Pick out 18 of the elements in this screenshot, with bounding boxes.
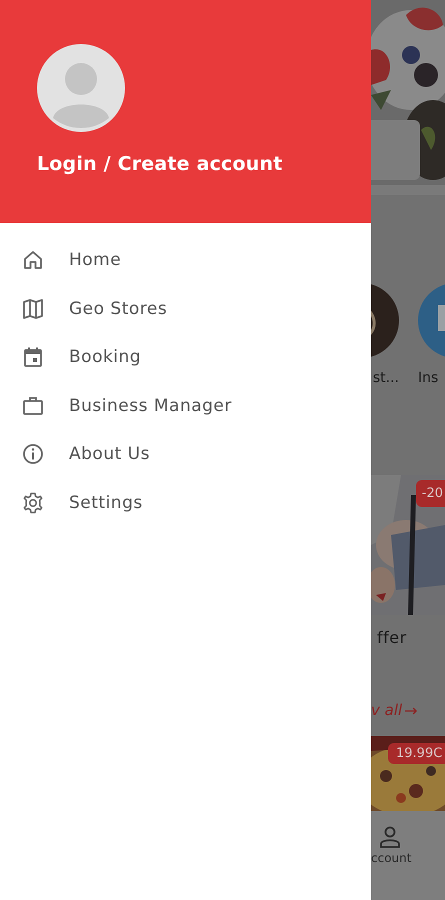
discount-badge: -20 (416, 480, 445, 507)
account-tab-label[interactable]: ccount (371, 851, 412, 865)
search-field[interactable] (371, 120, 420, 180)
settings-icon (21, 490, 45, 515)
menu-item[interactable]: About Us (0, 430, 371, 478)
menu-item[interactable]: Home (0, 236, 371, 284)
info-icon (21, 442, 45, 466)
menu-item[interactable]: Booking (0, 333, 371, 382)
menu-item[interactable]: Business Manager (0, 382, 371, 430)
price-badge: 19.99C (388, 743, 445, 764)
avatar-icon[interactable] (37, 44, 125, 132)
menu-item[interactable]: Settings (0, 478, 371, 527)
menu-item[interactable]: Geo Stores (0, 284, 371, 333)
calendar-icon (21, 345, 45, 370)
offer-title: ffer (377, 628, 408, 648)
map-icon (21, 296, 45, 321)
person-icon[interactable] (379, 825, 401, 849)
login-link[interactable]: Login / Create account (37, 153, 283, 175)
